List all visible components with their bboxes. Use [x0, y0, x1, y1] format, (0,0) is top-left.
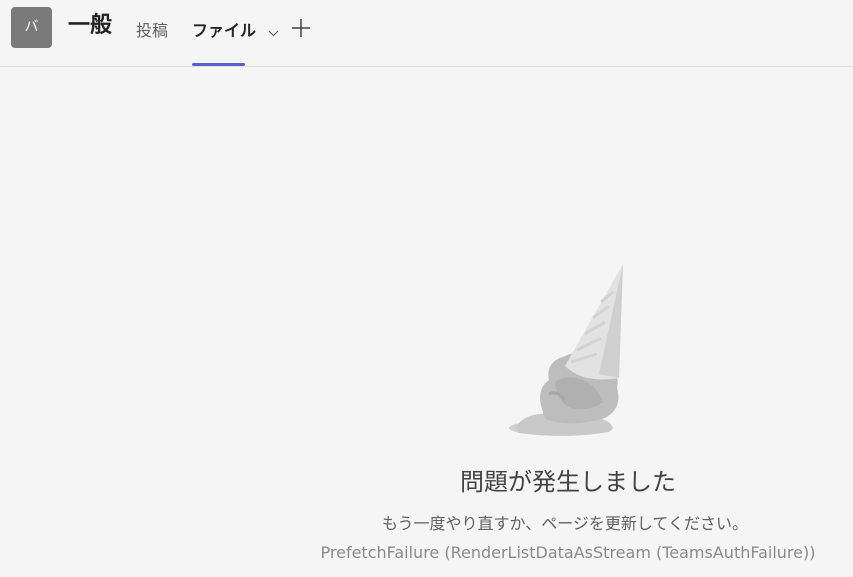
- team-avatar[interactable]: バ: [11, 7, 52, 48]
- error-message: もう一度やり直すか、ページを更新してください。: [382, 514, 748, 533]
- plus-icon: [292, 19, 310, 37]
- tab-files-label: ファイル: [192, 21, 257, 40]
- error-title: 問題が発生しました: [460, 468, 676, 496]
- channel-title: 一般: [68, 13, 113, 38]
- add-tab-button[interactable]: [289, 16, 313, 40]
- tab-posts[interactable]: 投稿: [136, 18, 168, 44]
- dropped-ice-cream-illustration: [505, 262, 635, 442]
- active-tab-indicator: [192, 63, 245, 66]
- tab-posts-label: 投稿: [136, 21, 169, 40]
- error-code: PrefetchFailure (RenderListDataAsStream …: [320, 543, 816, 562]
- tab-files[interactable]: ファイル: [192, 18, 279, 44]
- channel-header: バ 一般 投稿 ファイル: [0, 0, 853, 67]
- chevron-down-icon: [268, 19, 279, 45]
